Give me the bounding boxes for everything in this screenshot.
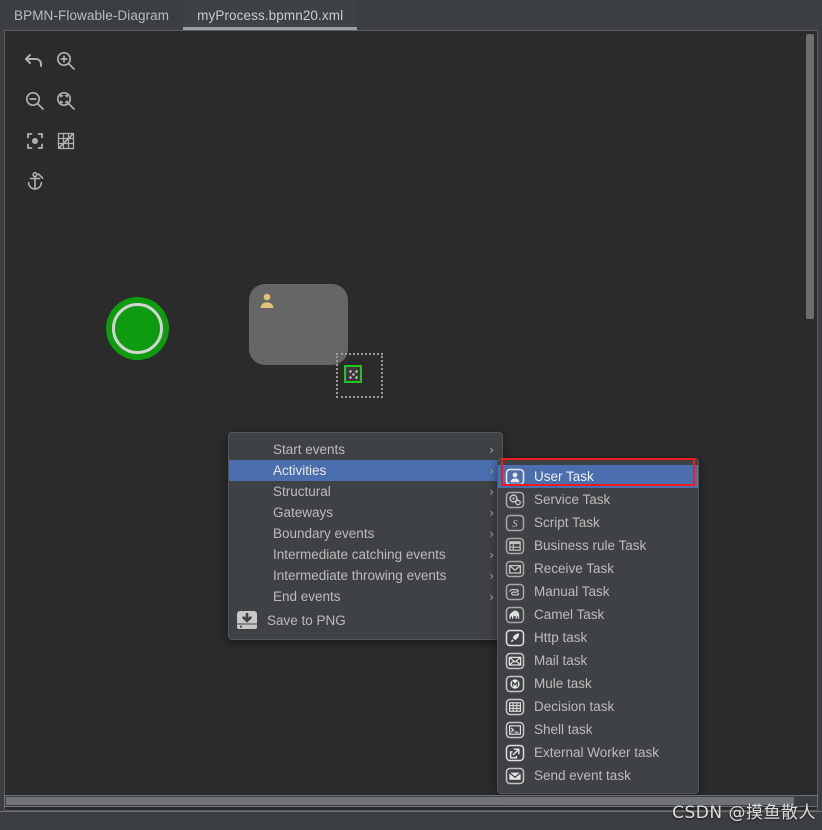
start-event-ring: [112, 303, 163, 354]
zoom-out-icon[interactable]: [19, 85, 50, 116]
submenu-item-label: Send event task: [534, 768, 631, 783]
submenu-item-http-task[interactable]: Http task: [498, 626, 698, 649]
menu-item-intermediate-catching-events[interactable]: Intermediate catching events ›: [229, 544, 502, 565]
user-task-icon: [505, 468, 525, 485]
submenu-item-label: Business rule Task: [534, 538, 647, 553]
submenu-item-label: Service Task: [534, 492, 611, 507]
actual-size-icon[interactable]: [50, 85, 81, 116]
decision-task-icon: [505, 698, 525, 715]
script-task-icon: S: [505, 514, 525, 531]
menu-item-label: Intermediate catching events: [273, 547, 446, 562]
submenu-item-decision-task[interactable]: Decision task: [498, 695, 698, 718]
mail-task-icon: [505, 652, 525, 669]
chevron-right-icon: ›: [489, 484, 494, 499]
business-rule-task-icon: [505, 537, 525, 554]
submenu-item-script-task[interactable]: S Script Task: [498, 511, 698, 534]
svg-text:S: S: [512, 519, 518, 530]
chevron-right-icon: ›: [489, 526, 494, 541]
menu-item-boundary-events[interactable]: Boundary events ›: [229, 523, 502, 544]
menu-item-label: Intermediate throwing events: [273, 568, 447, 583]
activities-submenu[interactable]: User Task Service Task S Script Task Bus…: [497, 458, 699, 794]
send-event-task-icon: [505, 767, 525, 784]
user-task-node[interactable]: [249, 284, 348, 365]
submenu-item-label: Mule task: [534, 676, 592, 691]
camel-task-icon: [505, 606, 525, 623]
menu-item-activities[interactable]: Activities ›: [229, 460, 502, 481]
submenu-item-mail-task[interactable]: Mail task: [498, 649, 698, 672]
receive-task-icon: [505, 560, 525, 577]
chevron-right-icon: ›: [489, 442, 494, 457]
external-worker-task-icon: [505, 744, 525, 761]
chevron-right-icon: ›: [489, 463, 494, 478]
toggle-snap-icon[interactable]: [19, 165, 50, 196]
menu-item-label: Gateways: [273, 505, 334, 520]
menu-item-label: End events: [273, 589, 341, 604]
submenu-item-label: Mail task: [534, 653, 588, 668]
service-task-icon: [505, 491, 525, 508]
diagram-canvas[interactable]: Start events › Activities › Structural ›…: [5, 31, 817, 810]
submenu-item-business-rule-task[interactable]: Business rule Task: [498, 534, 698, 557]
shell-task-icon: [505, 721, 525, 738]
zoom-in-icon[interactable]: [50, 45, 81, 76]
manual-task-icon: [505, 583, 525, 600]
chevron-right-icon: ›: [489, 568, 494, 583]
diagram-context-menu[interactable]: Start events › Activities › Structural ›…: [228, 432, 503, 640]
menu-item-label: Activities: [273, 463, 327, 478]
submenu-item-receive-task[interactable]: Receive Task: [498, 557, 698, 580]
menu-item-gateways[interactable]: Gateways ›: [229, 502, 502, 523]
vertical-scrollbar-thumb[interactable]: [806, 34, 814, 319]
chevron-right-icon: ›: [489, 589, 494, 604]
tab-label: myProcess.bpmn20.xml: [197, 7, 344, 23]
submenu-item-label: Manual Task: [534, 584, 610, 599]
undo-icon[interactable]: [19, 45, 50, 76]
tab-myprocess-bpmn20-xml[interactable]: myProcess.bpmn20.xml: [183, 0, 358, 30]
ide-window: BPMN-Flowable-Diagram myProcess.bpmn20.x…: [0, 0, 822, 830]
submenu-item-send-event-task[interactable]: Send event task: [498, 764, 698, 787]
submenu-item-label: External Worker task: [534, 745, 660, 760]
menu-item-label: Start events: [273, 442, 346, 457]
toggle-grid-icon[interactable]: [50, 125, 81, 156]
tab-label: BPMN-Flowable-Diagram: [14, 7, 170, 23]
submenu-item-label: Receive Task: [534, 561, 615, 576]
editor-tab-bar: BPMN-Flowable-Diagram myProcess.bpmn20.x…: [0, 0, 822, 30]
menu-item-save-to-png[interactable]: Save to PNG: [229, 607, 502, 633]
save-to-png-icon: [237, 611, 257, 629]
submenu-item-label: Decision task: [534, 699, 615, 714]
user-icon: [260, 293, 274, 308]
submenu-item-service-task[interactable]: Service Task: [498, 488, 698, 511]
submenu-item-label: Script Task: [534, 515, 600, 530]
start-event-node[interactable]: [106, 297, 169, 360]
diagram-toolbar: [19, 45, 81, 196]
submenu-item-external-worker-task[interactable]: External Worker task: [498, 741, 698, 764]
menu-item-label: Structural: [273, 484, 331, 499]
http-task-icon: [505, 629, 525, 646]
menu-item-label: Boundary events: [273, 526, 375, 541]
submenu-item-shell-task[interactable]: Shell task: [498, 718, 698, 741]
menu-item-structural[interactable]: Structural ›: [229, 481, 502, 502]
chevron-right-icon: ›: [489, 547, 494, 562]
submenu-item-user-task[interactable]: User Task: [498, 465, 698, 488]
menu-item-label: Save to PNG: [267, 612, 346, 628]
vertical-scrollbar[interactable]: [804, 32, 816, 810]
submenu-item-label: Camel Task: [534, 607, 605, 622]
submenu-item-manual-task[interactable]: Manual Task: [498, 580, 698, 603]
menu-item-start-events[interactable]: Start events ›: [229, 439, 502, 460]
submenu-item-label: User Task: [534, 469, 594, 484]
chevron-right-icon: ›: [489, 505, 494, 520]
tab-bpmn-flowable-diagram[interactable]: BPMN-Flowable-Diagram: [0, 0, 183, 30]
drop-cursor-marker: [344, 365, 362, 383]
submenu-item-camel-task[interactable]: Camel Task: [498, 603, 698, 626]
diagram-editor-panel: Start events › Activities › Structural ›…: [4, 30, 818, 811]
menu-item-intermediate-throwing-events[interactable]: Intermediate throwing events ›: [229, 565, 502, 586]
menu-item-end-events[interactable]: End events ›: [229, 586, 502, 607]
submenu-item-label: Http task: [534, 630, 588, 645]
mule-task-icon: [505, 675, 525, 692]
fit-content-icon[interactable]: [19, 125, 50, 156]
submenu-item-label: Shell task: [534, 722, 593, 737]
submenu-item-mule-task[interactable]: Mule task: [498, 672, 698, 695]
watermark: CSDN @摸鱼散人: [672, 803, 816, 823]
